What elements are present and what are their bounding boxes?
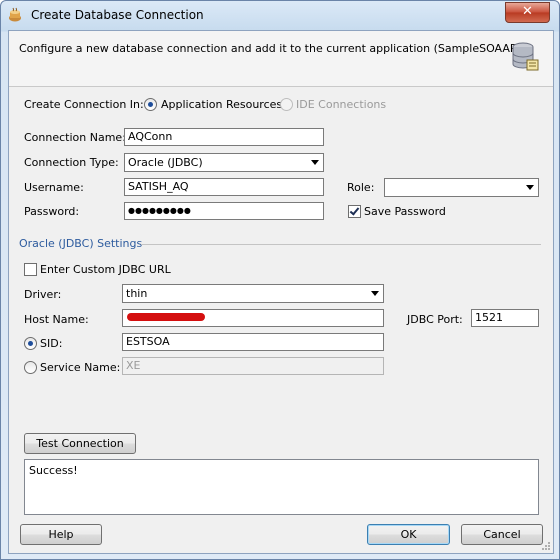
save-password-label[interactable]: Save Password [364,205,446,218]
username-input[interactable]: SATISH_AQ [124,178,324,196]
test-result-text: Success! [29,464,78,477]
sid-input[interactable]: ESTSOA [122,333,384,351]
ide-connections-label[interactable]: IDE Connections [296,98,386,111]
header-banner: Configure a new database connection and … [9,31,553,87]
connection-type-value: Oracle (JDBC) [128,156,203,169]
custom-jdbc-url-checkbox[interactable] [24,263,37,276]
password-input[interactable]: ●●●●●●●●● [124,202,324,220]
username-label: Username: [24,181,84,194]
test-result-area[interactable]: Success! [24,459,539,515]
dialog-body: Configure a new database connection and … [8,30,554,554]
connection-name-label: Connection Name: [24,131,126,144]
connection-name-input[interactable]: AQConn [124,128,324,146]
connection-type-select[interactable]: Oracle (JDBC) [124,153,324,172]
sid-label[interactable]: SID: [40,337,62,350]
database-icon [512,42,539,71]
section-divider [141,244,541,245]
host-name-label: Host Name: [24,313,89,326]
radio-application-resources[interactable] [144,98,157,111]
service-name-input[interactable]: XE [122,357,384,375]
title-bar[interactable]: Create Database Connection ✕ [1,1,559,31]
chevron-down-icon [526,185,534,190]
close-button[interactable]: ✕ [505,2,550,23]
jdbc-port-label: JDBC Port: [407,313,463,326]
radio-sid[interactable] [24,337,37,350]
chevron-down-icon [311,160,319,165]
cancel-button[interactable]: Cancel [461,524,543,545]
jdbc-port-input[interactable]: 1521 [471,309,539,327]
window-title: Create Database Connection [31,8,204,22]
dialog-window: Create Database Connection ✕ Configure a… [0,0,560,560]
app-cup-icon [9,7,21,22]
password-label: Password: [24,205,80,218]
driver-label: Driver: [24,288,62,301]
role-label: Role: [347,181,375,194]
close-icon: ✕ [522,4,533,19]
resize-grip-icon[interactable] [541,541,551,551]
connection-type-label: Connection Type: [24,156,119,169]
banner-description: Configure a new database connection and … [19,42,531,55]
role-select[interactable] [384,178,539,197]
driver-select[interactable]: thin [122,284,384,303]
radio-service-name[interactable] [24,361,37,374]
custom-jdbc-url-label[interactable]: Enter Custom JDBC URL [40,263,171,276]
chevron-down-icon [371,291,379,296]
service-name-label[interactable]: Service Name: [40,361,120,374]
help-button[interactable]: Help [20,524,102,545]
save-password-checkbox[interactable] [348,205,361,218]
driver-value: thin [126,287,148,300]
test-connection-button[interactable]: Test Connection [24,433,136,454]
application-resources-label[interactable]: Application Resources [161,98,282,111]
ok-button[interactable]: OK [367,524,450,545]
radio-ide-connections[interactable] [280,98,293,111]
jdbc-settings-title: Oracle (JDBC) Settings [19,237,143,250]
redaction-mark [127,313,205,321]
create-in-label: Create Connection In: [24,98,144,111]
